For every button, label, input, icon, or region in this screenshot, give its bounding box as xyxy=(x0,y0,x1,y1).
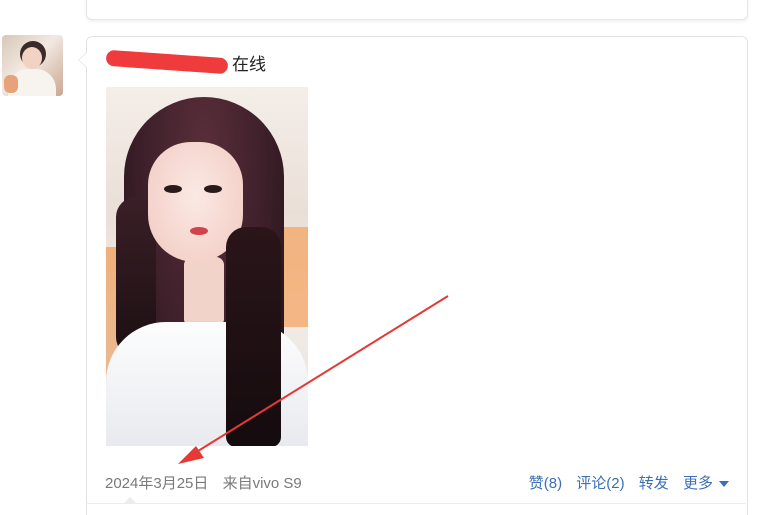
annotation-arrow xyxy=(178,295,449,464)
annotation-arrow-line xyxy=(189,295,449,457)
page: 在线 2024年3月25日 来自vivo S9 赞(8) 评论(2) 转发 更多 xyxy=(0,0,765,515)
